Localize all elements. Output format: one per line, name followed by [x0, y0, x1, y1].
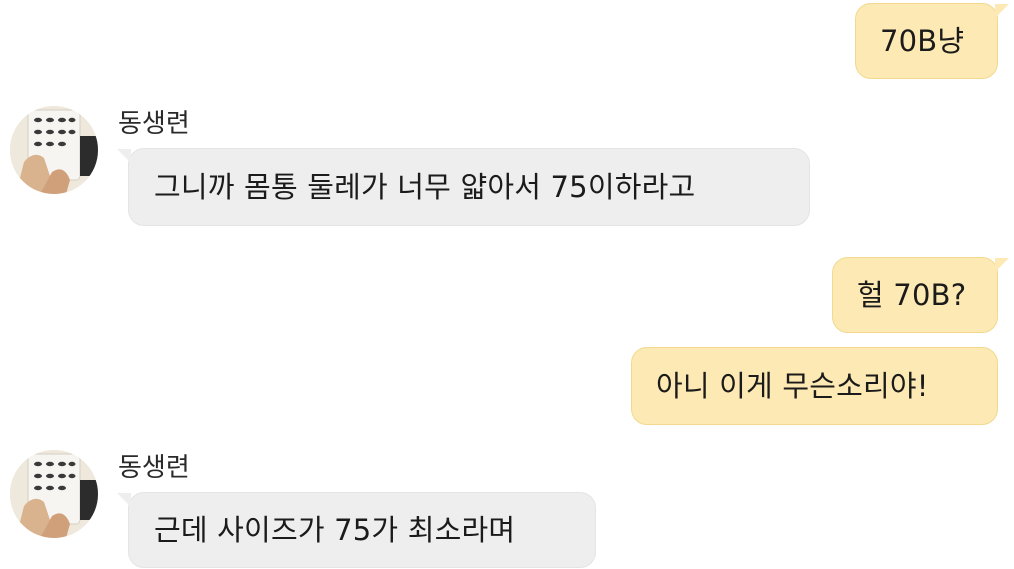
chat-area: 70B냥 동생련 그니까 몸통 둘레가 너무 얇아서 75이하라고 헐 70B?… [0, 0, 1014, 569]
incoming-message-bubble[interactable]: 근데 사이즈가 75가 최소라며 [117, 492, 596, 568]
profile-photo-icon [10, 106, 98, 194]
outgoing-message-bubble[interactable]: 헐 70B? [832, 257, 1009, 333]
sender-name: 동생련 [118, 109, 190, 139]
avatar[interactable] [10, 450, 98, 538]
profile-photo-icon [10, 450, 98, 538]
sender-name: 동생련 [118, 453, 190, 483]
outgoing-message-bubble[interactable]: 아니 이게 무슨소리야! [631, 347, 998, 425]
message-text: 그니까 몸통 둘레가 너무 얇아서 75이하라고 [154, 169, 696, 204]
message-text: 헐 70B? [857, 277, 967, 312]
message-text: 70B냥 [880, 23, 965, 58]
incoming-message-bubble[interactable]: 그니까 몸통 둘레가 너무 얇아서 75이하라고 [117, 148, 810, 226]
outgoing-message-bubble[interactable]: 70B냥 [855, 3, 1009, 79]
message-text: 근데 사이즈가 75가 최소라며 [154, 512, 516, 547]
message-text: 아니 이게 무슨소리야! [656, 368, 929, 403]
avatar[interactable] [10, 106, 98, 194]
